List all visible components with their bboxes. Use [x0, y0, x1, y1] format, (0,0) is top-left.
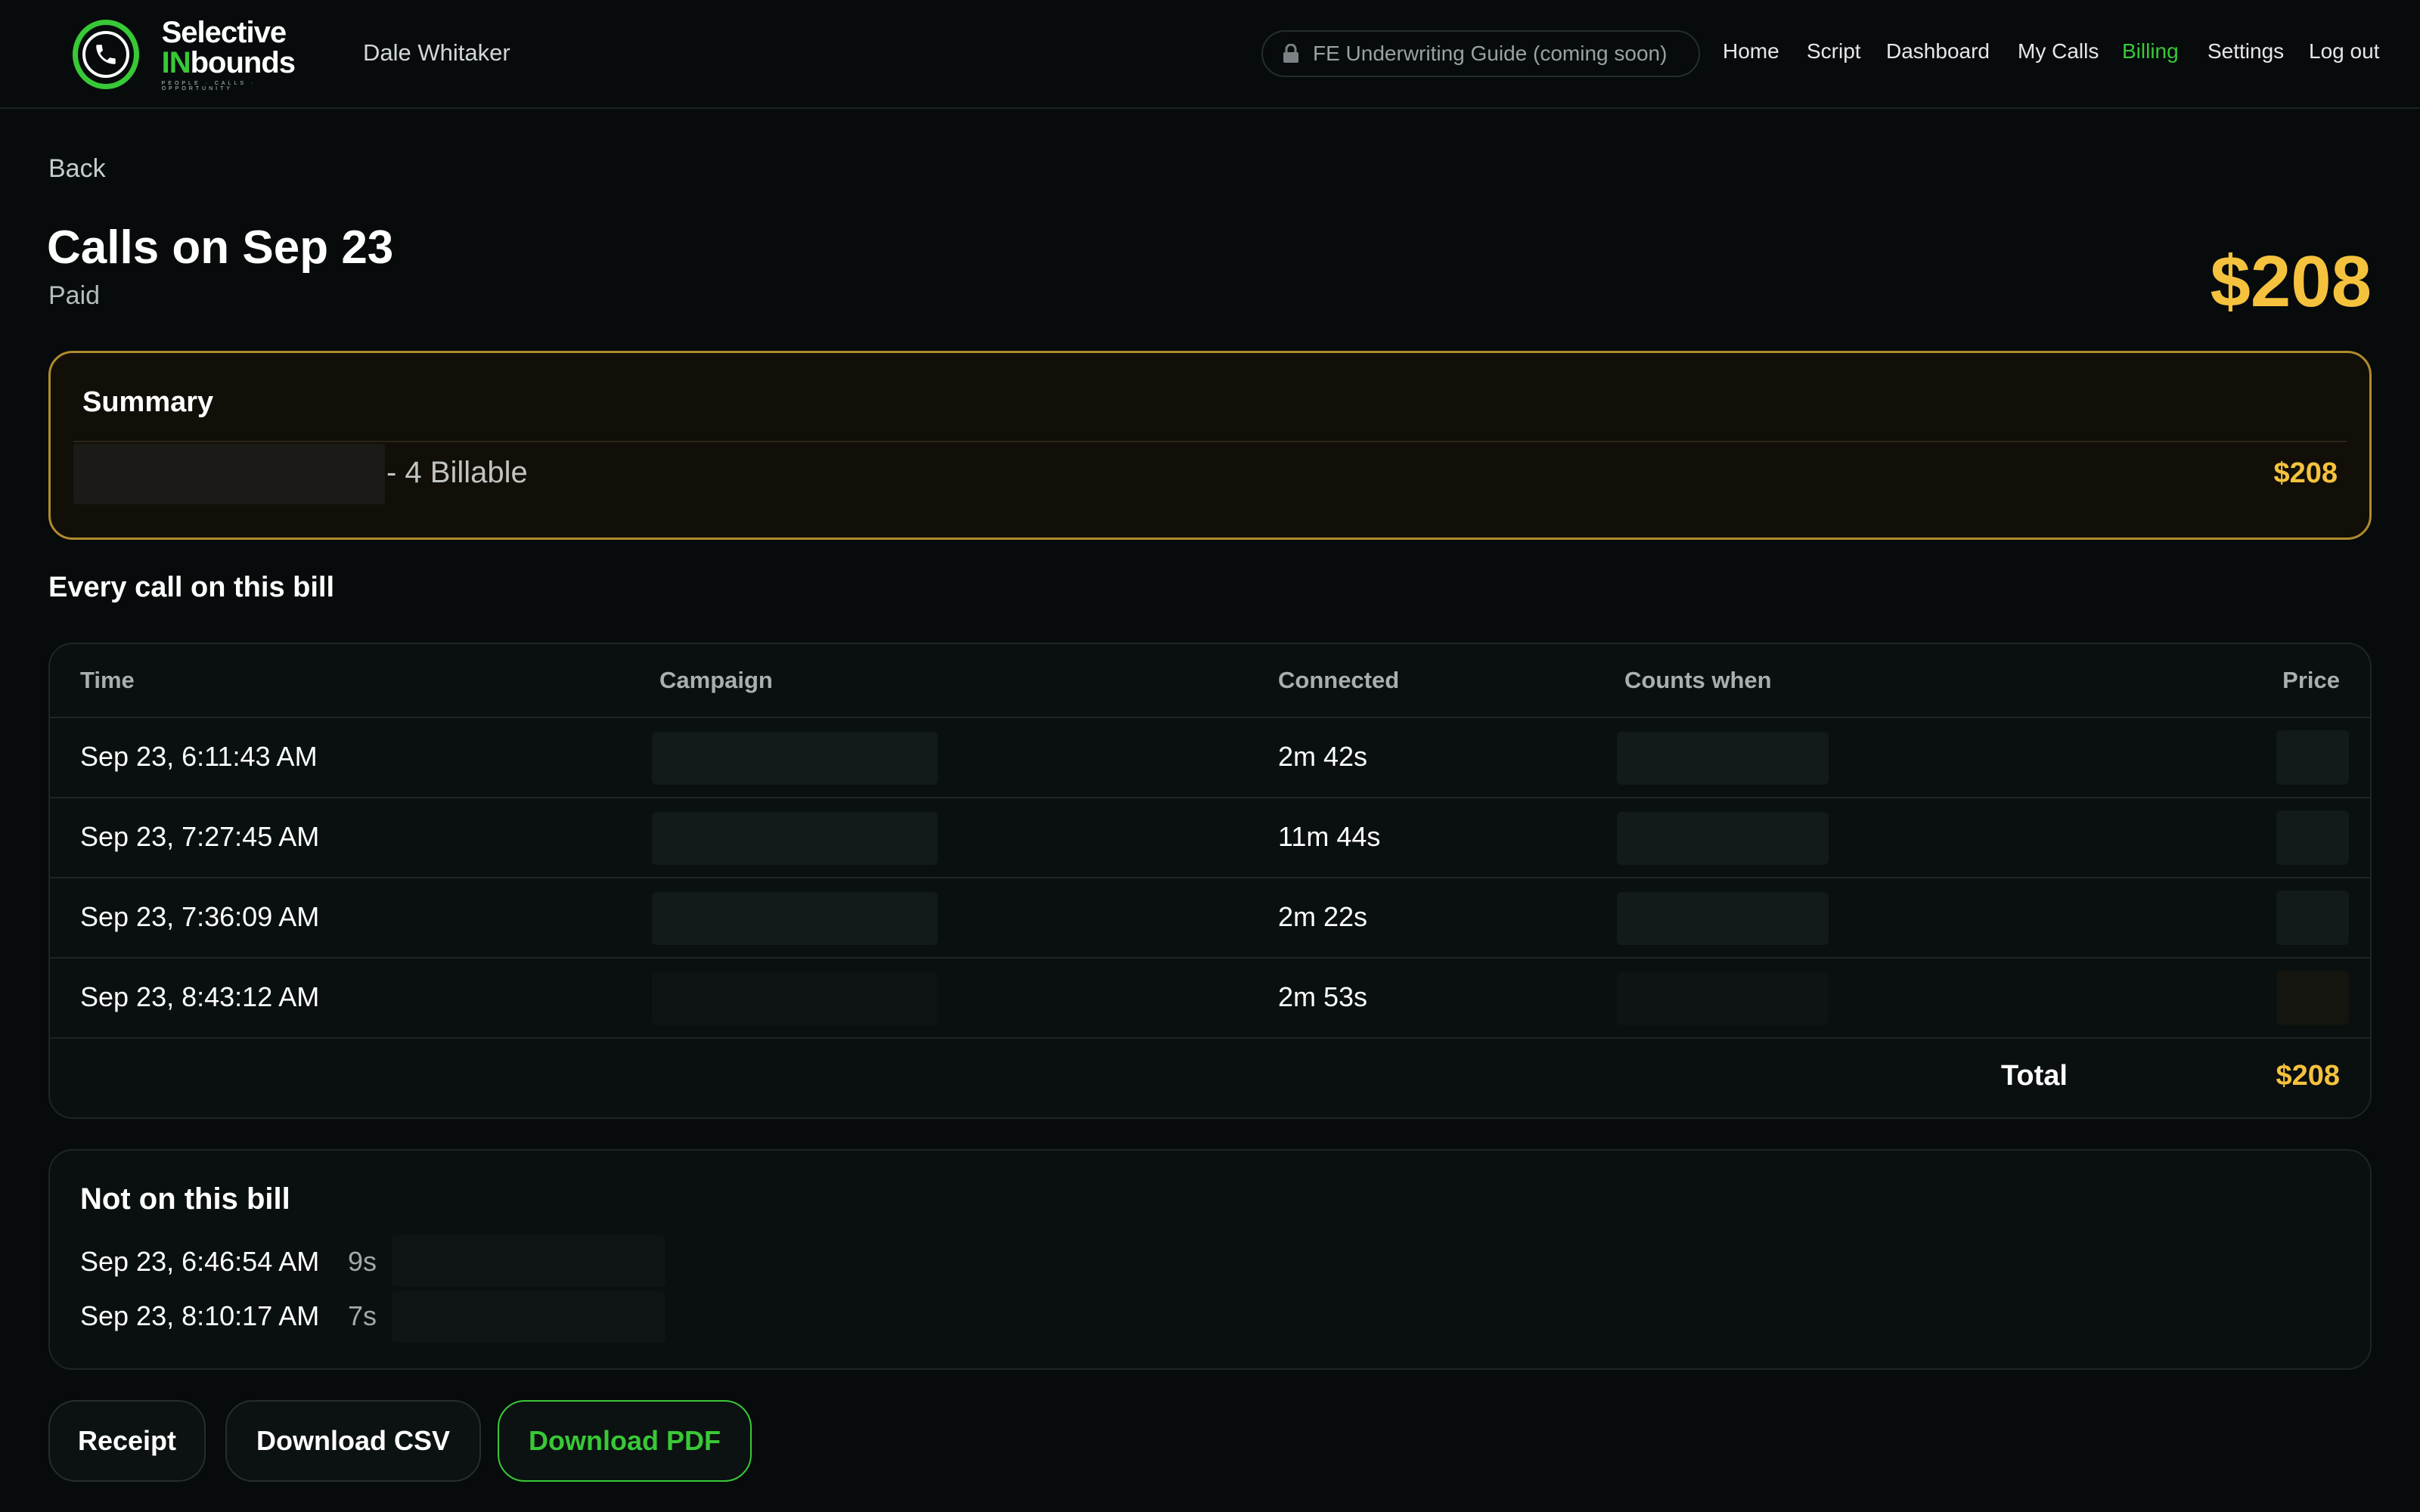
- phone-logo-icon: [73, 20, 139, 89]
- table-row: Sep 23, 7:27:45 AM 11m 44s: [50, 798, 2370, 878]
- call-time: Sep 23, 7:27:45 AM: [80, 821, 320, 852]
- summary-divider: [73, 441, 2347, 442]
- call-time: Sep 23, 6:11:43 AM: [80, 741, 318, 772]
- table-row: Sep 23, 8:43:12 AM 2m 53s: [50, 959, 2370, 1039]
- redacted-price: [2276, 971, 2349, 1025]
- excluded-call-duration: 9s: [348, 1246, 377, 1277]
- summary-title: Summary: [82, 386, 214, 418]
- nav-my-calls[interactable]: My Calls: [2018, 39, 2099, 64]
- not-on-bill-title: Not on this bill: [80, 1182, 290, 1216]
- table-row: Sep 23, 6:11:43 AM 2m 42s: [50, 718, 2370, 798]
- redacted-counts-when: [1617, 732, 1829, 785]
- nav-home[interactable]: Home: [1723, 39, 1779, 64]
- redacted-price: [2276, 730, 2349, 785]
- redacted-campaign: [652, 892, 938, 945]
- column-campaign: Campaign: [659, 667, 773, 693]
- calls-table-header: Time Campaign Connected Counts when Pric…: [50, 644, 2370, 718]
- call-connected: 2m 22s: [1278, 901, 1368, 932]
- column-counts-when: Counts when: [1624, 667, 1772, 693]
- receipt-button[interactable]: Receipt: [48, 1400, 206, 1482]
- call-connected: 2m 42s: [1278, 741, 1368, 772]
- table-total-label: Total: [2001, 1060, 2068, 1092]
- logo-tagline: PEOPLE · CALLS · OPPORTUNITY: [161, 81, 256, 91]
- logo-line-2: INbounds: [161, 46, 296, 79]
- download-pdf-button[interactable]: Download PDF: [498, 1400, 752, 1482]
- user-name: Dale Whitaker: [363, 39, 510, 66]
- redacted-price: [2276, 891, 2349, 945]
- excluded-call-time: Sep 23, 6:46:54 AM: [80, 1246, 320, 1277]
- redacted-excluded-detail: [392, 1291, 666, 1343]
- fe-underwriting-guide-button[interactable]: FE Underwriting Guide (coming soon): [1261, 30, 1700, 77]
- nav-log-out[interactable]: Log out: [2309, 39, 2379, 64]
- column-time: Time: [80, 667, 135, 693]
- calls-section-title: Every call on this bill: [48, 572, 335, 603]
- summary-billable-count: - 4 Billable: [386, 456, 528, 489]
- not-on-bill-card: Not on this bill Sep 23, 6:46:54 AM 9s S…: [48, 1149, 2372, 1370]
- excluded-call-time: Sep 23, 8:10:17 AM: [80, 1300, 320, 1331]
- redacted-counts-when: [1617, 812, 1829, 865]
- call-connected: 2m 53s: [1278, 981, 1368, 1012]
- redacted-campaign: [652, 972, 938, 1025]
- calls-table: Time Campaign Connected Counts when Pric…: [48, 643, 2372, 1119]
- back-link[interactable]: Back: [48, 154, 106, 184]
- summary-card: Summary - 4 Billable $208: [48, 351, 2372, 540]
- logo-line-1: Selective: [161, 16, 287, 49]
- call-time: Sep 23, 8:43:12 AM: [80, 981, 320, 1012]
- bill-status: Paid: [48, 281, 101, 310]
- redacted-campaign-name: [73, 444, 385, 504]
- nav-script[interactable]: Script: [1807, 39, 1861, 64]
- table-row: Sep 23, 7:36:09 AM 2m 22s: [50, 878, 2370, 959]
- redacted-campaign: [652, 732, 938, 785]
- redacted-excluded-detail: [392, 1235, 666, 1287]
- call-time: Sep 23, 7:36:09 AM: [80, 901, 320, 932]
- call-connected: 11m 44s: [1278, 821, 1381, 852]
- redacted-campaign: [652, 812, 938, 865]
- redacted-price: [2276, 810, 2349, 865]
- column-connected: Connected: [1278, 667, 1400, 693]
- table-total-value: $208: [2276, 1060, 2340, 1092]
- nav-billing[interactable]: Billing: [2122, 39, 2179, 64]
- lock-icon: [1283, 43, 1299, 64]
- guide-label: FE Underwriting Guide (coming soon): [1313, 42, 1668, 65]
- redacted-counts-when: [1617, 972, 1829, 1025]
- nav-settings[interactable]: Settings: [2207, 39, 2284, 64]
- column-price: Price: [2282, 667, 2340, 693]
- nav-dashboard[interactable]: Dashboard: [1886, 39, 1990, 64]
- page-title: Calls on Sep 23: [47, 222, 394, 274]
- selective-inbounds-logo[interactable]: Selective INbounds PEOPLE · CALLS · OPPO…: [73, 17, 322, 92]
- excluded-call-duration: 7s: [348, 1300, 377, 1331]
- summary-amount: $208: [2273, 457, 2338, 489]
- top-bar: Selective INbounds PEOPLE · CALLS · OPPO…: [0, 0, 2420, 109]
- redacted-counts-when: [1617, 892, 1829, 945]
- download-csv-button[interactable]: Download CSV: [225, 1400, 481, 1482]
- bill-total-amount: $208: [2210, 241, 2372, 322]
